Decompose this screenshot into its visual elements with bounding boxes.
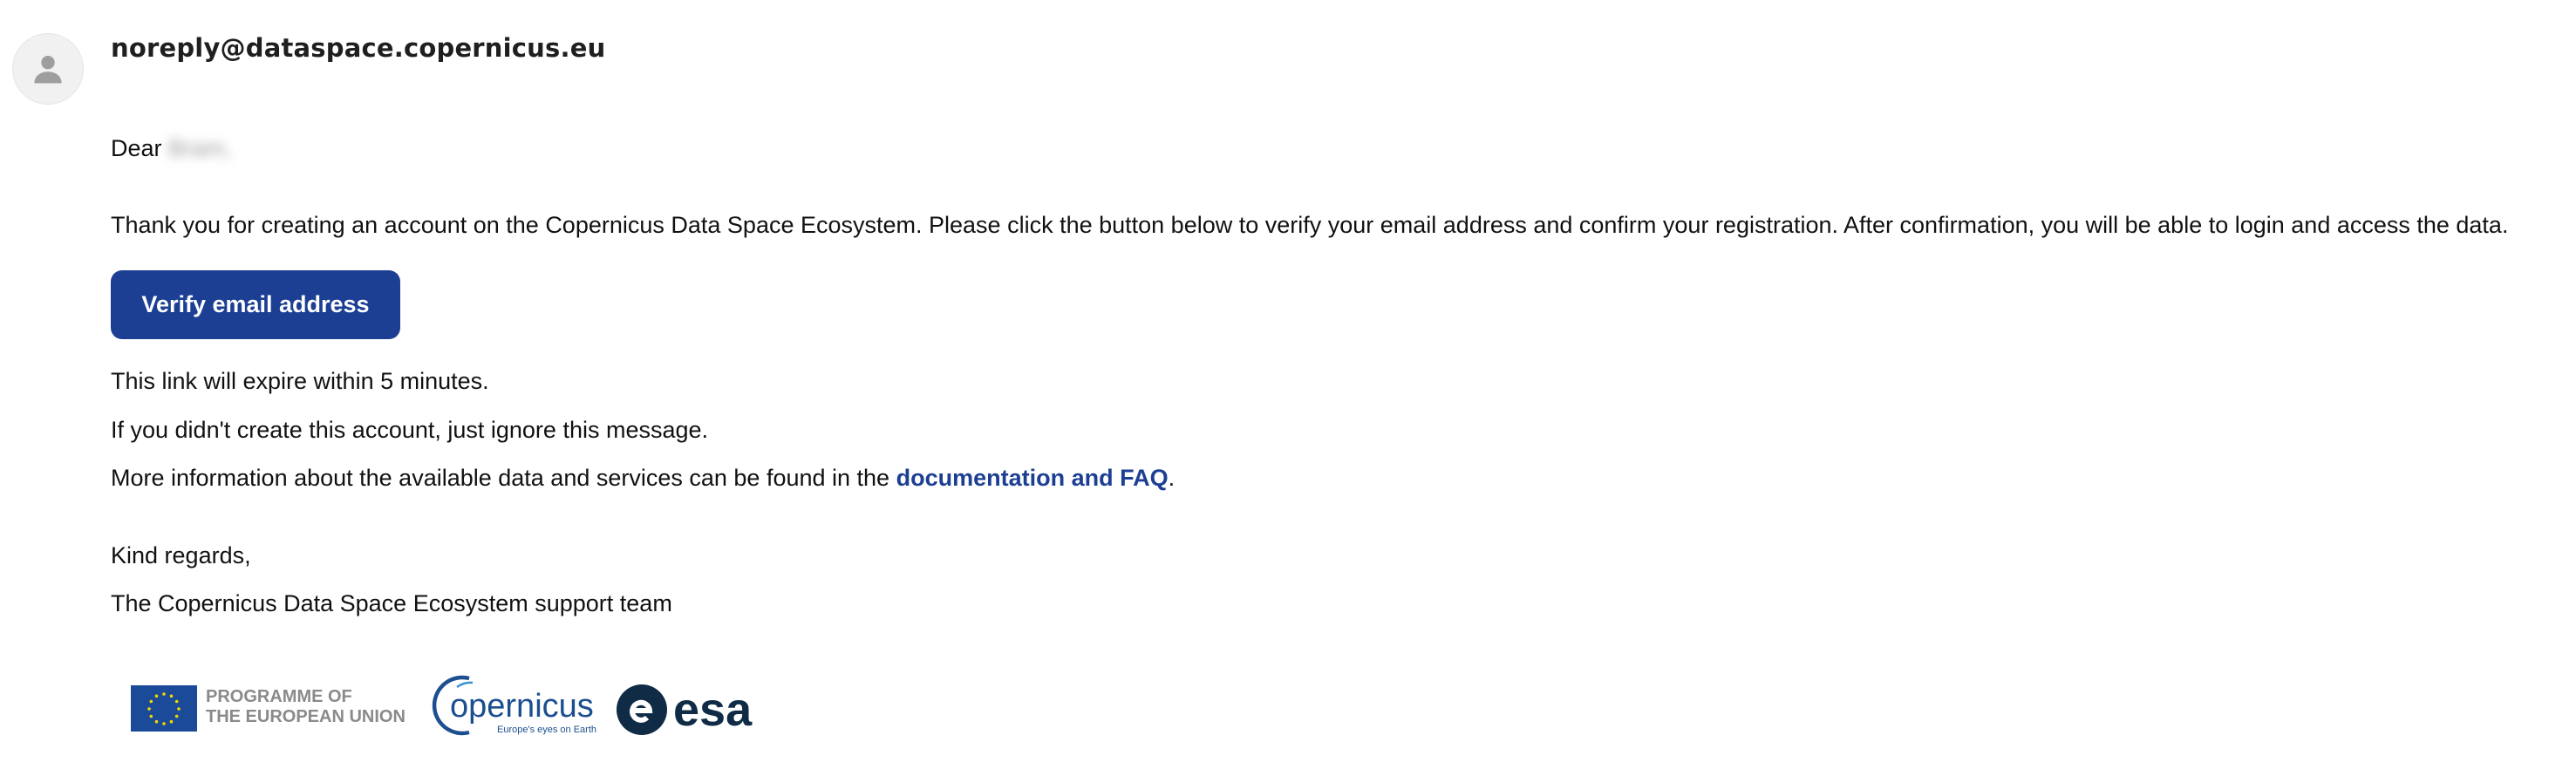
info-paragraph: More information about the available dat… xyxy=(111,465,1175,492)
eu-line-2: THE EUROPEAN UNION xyxy=(206,707,405,726)
greeting-prefix: Dear xyxy=(111,135,162,161)
copernicus-logo: opernicus Europe's eyes on Earth xyxy=(432,675,596,736)
info-text: More information about the available dat… xyxy=(111,465,890,491)
recipient-name: Bram, xyxy=(168,135,232,161)
sender-address: noreply@dataspace.copernicus.eu xyxy=(111,33,606,63)
verify-email-button[interactable]: Verify email address xyxy=(111,270,400,339)
copernicus-wordmark: opernicus xyxy=(450,688,594,725)
greeting: Dear Bram, xyxy=(111,135,231,162)
ignore-note: If you didn't create this account, just … xyxy=(111,417,709,443)
copernicus-tagline: Europe's eyes on Earth xyxy=(497,725,596,735)
avatar[interactable] xyxy=(12,33,84,105)
esa-logo: esa xyxy=(617,684,753,736)
expiry-note: This link will expire within 5 minutes. xyxy=(111,368,489,394)
closing: Kind regards, xyxy=(111,542,251,568)
person-icon xyxy=(34,55,62,84)
eu-programme-label: PROGRAMME OF THE EUROPEAN UNION xyxy=(206,687,405,727)
info-suffix: . xyxy=(1168,465,1176,491)
esa-wordmark: esa xyxy=(673,684,753,736)
signature: The Copernicus Data Space Ecosystem supp… xyxy=(111,590,672,616)
documentation-faq-link[interactable]: documentation and FAQ xyxy=(896,465,1169,491)
eu-line-1: PROGRAMME OF xyxy=(206,687,352,706)
eu-flag-icon xyxy=(131,685,197,732)
intro-paragraph: Thank you for creating an account on the… xyxy=(111,212,2509,238)
